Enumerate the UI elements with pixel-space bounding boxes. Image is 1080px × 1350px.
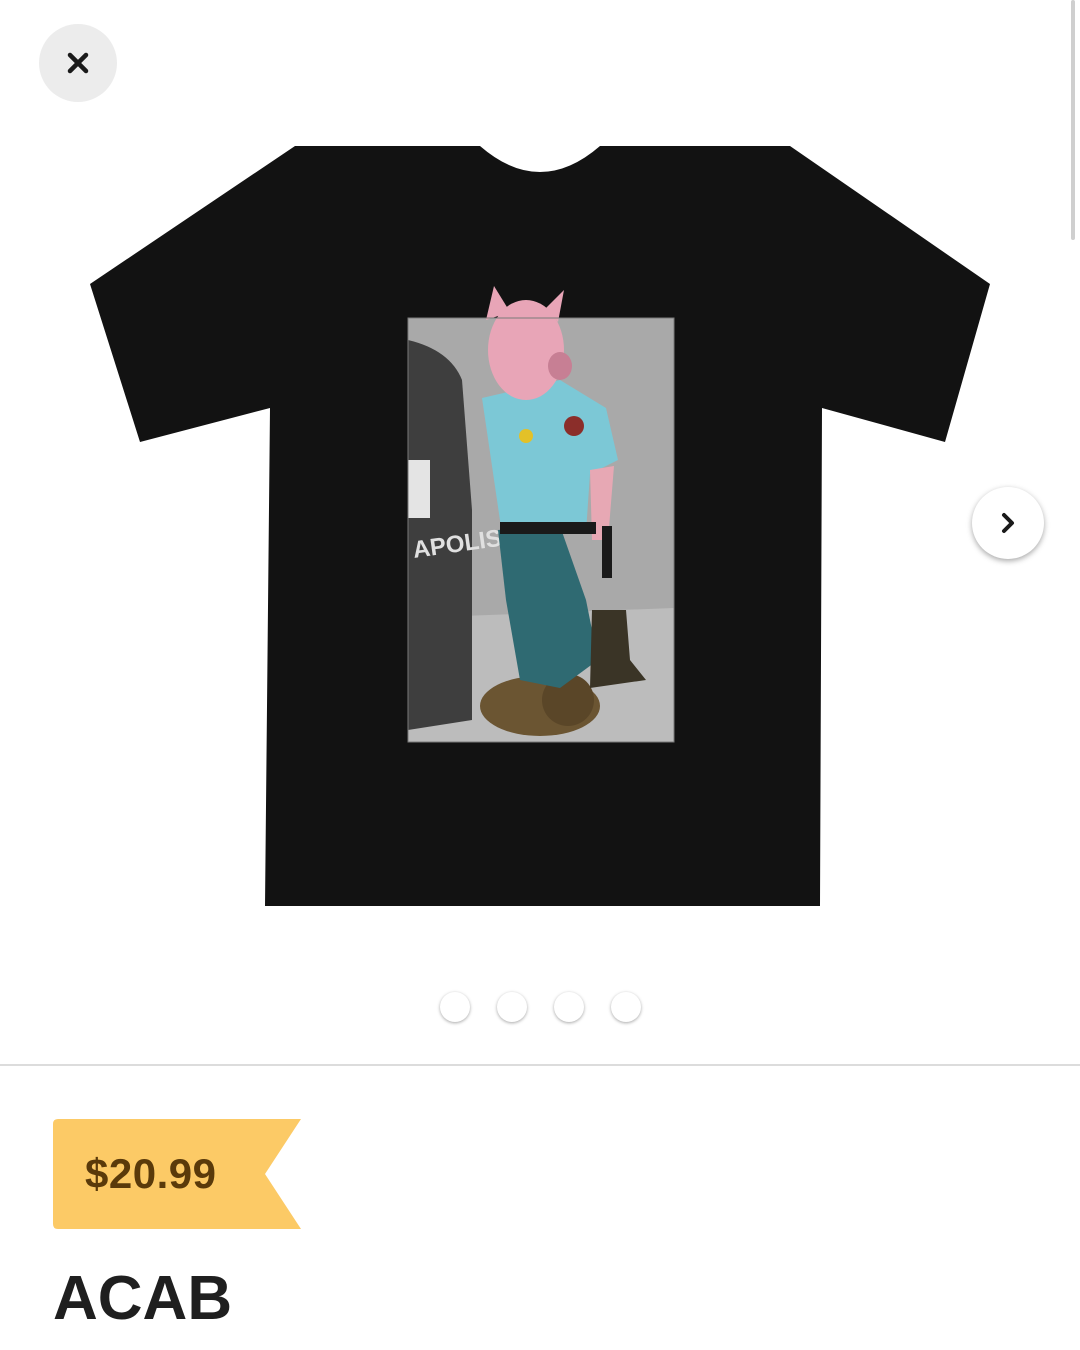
section-divider: [0, 1064, 1080, 1066]
price-tag: $20.99: [53, 1119, 301, 1229]
pagination-dot[interactable]: [496, 992, 527, 1022]
close-icon: [67, 52, 89, 74]
pagination-dot[interactable]: [439, 992, 470, 1022]
close-button[interactable]: [39, 24, 117, 102]
image-gallery[interactable]: APOLIS: [0, 0, 1080, 1064]
product-image: APOLIS: [90, 146, 990, 906]
gallery-pagination: [0, 992, 1080, 1022]
next-image-button[interactable]: [972, 487, 1044, 559]
price-label: $20.99: [85, 1150, 217, 1197]
scrollbar[interactable]: [1071, 0, 1075, 240]
pagination-dot[interactable]: [553, 992, 584, 1022]
chevron-right-icon: [1002, 513, 1014, 533]
pagination-dot[interactable]: [610, 992, 641, 1022]
product-title: ACAB: [53, 1264, 233, 1333]
